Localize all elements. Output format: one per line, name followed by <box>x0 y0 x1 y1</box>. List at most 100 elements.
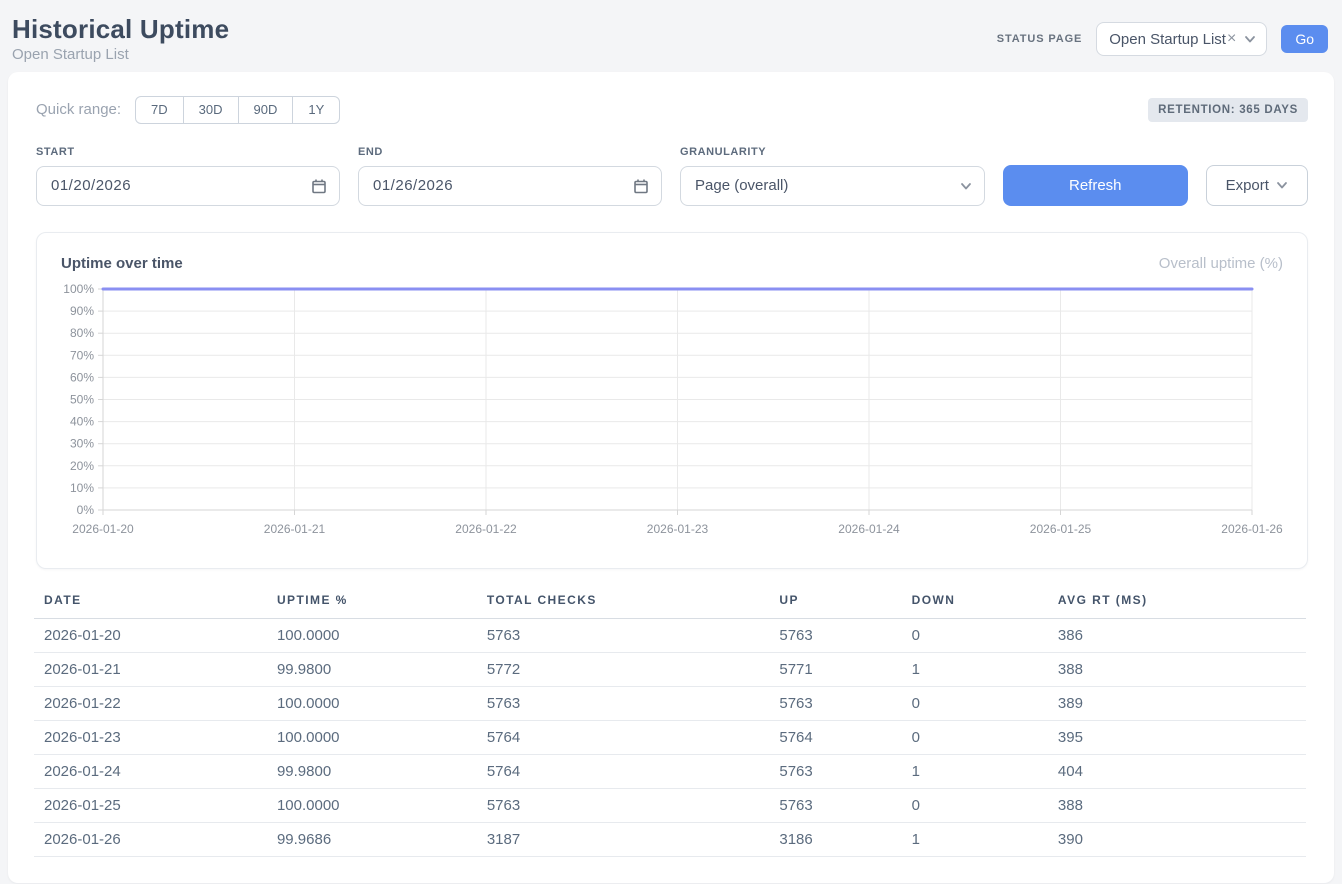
quick-range-label: Quick range: <box>36 101 121 118</box>
retention-badge: RETENTION: 365 DAYS <box>1148 98 1308 122</box>
svg-text:40%: 40% <box>70 414 94 428</box>
table-cell: 5763 <box>779 788 911 822</box>
quick-range-7d-button[interactable]: 7D <box>135 96 184 124</box>
end-date-field-group: END 01/26/2026 <box>358 146 662 206</box>
table-cell: 5763 <box>779 686 911 720</box>
table-cell: 99.9800 <box>277 652 487 686</box>
svg-text:10%: 10% <box>70 480 94 494</box>
table-cell: 0 <box>912 686 1058 720</box>
table-cell: 5771 <box>779 652 911 686</box>
end-date-input[interactable]: 01/26/2026 <box>358 166 662 206</box>
filter-form-row: START 01/20/2026 END 01/26/2026 <box>36 146 1308 206</box>
granularity-selected-value: Page (overall) <box>695 177 788 194</box>
table-cell: 3186 <box>779 822 911 856</box>
table-cell: 100.0000 <box>277 788 487 822</box>
svg-text:2026-01-22: 2026-01-22 <box>455 522 517 536</box>
table-cell: 390 <box>1058 822 1306 856</box>
svg-text:100%: 100% <box>63 282 94 296</box>
table-cell: 1 <box>912 822 1058 856</box>
main-panel: Quick range: 7D30D90D1Y RETENTION: 365 D… <box>8 72 1334 883</box>
uptime-line-chart: 0%10%20%30%40%50%60%70%80%90%100%2026-01… <box>37 280 1307 547</box>
chevron-down-icon <box>1276 179 1288 191</box>
table-row: 2026-01-2199.9800577257711388 <box>34 652 1306 686</box>
table-cell: 5764 <box>779 720 911 754</box>
chart-legend-label: Overall uptime (%) <box>1159 255 1283 272</box>
quick-range-90d-button[interactable]: 90D <box>238 96 294 124</box>
table-cell: 5763 <box>487 686 780 720</box>
table-cell: 100.0000 <box>277 720 487 754</box>
svg-text:20%: 20% <box>70 458 94 472</box>
clear-selection-icon[interactable]: × <box>1227 31 1236 47</box>
table-cell: 0 <box>912 618 1058 652</box>
svg-text:2026-01-25: 2026-01-25 <box>1030 522 1092 536</box>
granularity-select[interactable]: Page (overall) <box>680 166 985 206</box>
uptime-table: DATEUPTIME %TOTAL CHECKSUPDOWNAVG RT (MS… <box>34 593 1306 857</box>
table-cell: 2026-01-21 <box>34 652 277 686</box>
calendar-icon[interactable] <box>311 178 327 194</box>
quick-range-group: 7D30D90D1Y <box>135 96 340 124</box>
svg-text:2026-01-23: 2026-01-23 <box>647 522 709 536</box>
status-page-select[interactable]: Open Startup List × <box>1096 22 1267 56</box>
table-cell: 5763 <box>779 754 911 788</box>
calendar-icon[interactable] <box>633 178 649 194</box>
table-cell: 2026-01-22 <box>34 686 277 720</box>
svg-text:2026-01-20: 2026-01-20 <box>72 522 134 536</box>
table-cell: 2026-01-25 <box>34 788 277 822</box>
chart-title: Uptime over time <box>61 255 183 272</box>
table-cell: 5763 <box>487 618 780 652</box>
quick-range-30d-button[interactable]: 30D <box>183 96 239 124</box>
svg-text:30%: 30% <box>70 436 94 450</box>
header-controls: STATUS PAGE Open Startup List × Go <box>997 22 1328 56</box>
quick-range-1y-button[interactable]: 1Y <box>292 96 340 124</box>
table-header-cell: AVG RT (MS) <box>1058 593 1306 619</box>
go-button[interactable]: Go <box>1281 25 1328 53</box>
table-cell: 5764 <box>487 754 780 788</box>
export-button[interactable]: Export <box>1206 165 1308 206</box>
table-cell: 2026-01-26 <box>34 822 277 856</box>
table-row: 2026-01-2499.9800576457631404 <box>34 754 1306 788</box>
table-cell: 5763 <box>779 618 911 652</box>
table-cell: 388 <box>1058 652 1306 686</box>
status-page-selected-value: Open Startup List <box>1109 31 1226 48</box>
table-cell: 386 <box>1058 618 1306 652</box>
svg-text:90%: 90% <box>70 304 94 318</box>
table-header-cell: TOTAL CHECKS <box>487 593 780 619</box>
table-row: 2026-01-20100.0000576357630386 <box>34 618 1306 652</box>
granularity-field-group: GRANULARITY Page (overall) <box>680 146 985 206</box>
table-header-cell: DATE <box>34 593 277 619</box>
end-date-value: 01/26/2026 <box>373 177 453 194</box>
start-date-input[interactable]: 01/20/2026 <box>36 166 340 206</box>
status-page-label: STATUS PAGE <box>997 33 1082 45</box>
table-cell: 5772 <box>487 652 780 686</box>
svg-text:60%: 60% <box>70 370 94 384</box>
table-header-cell: UPTIME % <box>277 593 487 619</box>
table-cell: 0 <box>912 788 1058 822</box>
table-cell: 100.0000 <box>277 618 487 652</box>
table-cell: 99.9800 <box>277 754 487 788</box>
table-cell: 5764 <box>487 720 780 754</box>
page-subtitle: Open Startup List <box>12 46 229 63</box>
chevron-down-icon <box>1244 33 1256 45</box>
table-cell: 395 <box>1058 720 1306 754</box>
table-header-cell: UP <box>779 593 911 619</box>
table-cell: 1 <box>912 652 1058 686</box>
table-cell: 2026-01-20 <box>34 618 277 652</box>
table-cell: 2026-01-24 <box>34 754 277 788</box>
svg-text:70%: 70% <box>70 348 94 362</box>
table-header-row: DATEUPTIME %TOTAL CHECKSUPDOWNAVG RT (MS… <box>34 593 1306 619</box>
quick-range-row: Quick range: 7D30D90D1Y RETENTION: 365 D… <box>36 96 1308 124</box>
table-header-cell: DOWN <box>912 593 1058 619</box>
page-title: Historical Uptime <box>12 15 229 45</box>
table-cell: 100.0000 <box>277 686 487 720</box>
table-cell: 1 <box>912 754 1058 788</box>
start-label: START <box>36 146 340 158</box>
svg-text:50%: 50% <box>70 392 94 406</box>
granularity-label: GRANULARITY <box>680 146 985 158</box>
refresh-button[interactable]: Refresh <box>1003 165 1188 206</box>
table-body: 2026-01-20100.00005763576303862026-01-21… <box>34 618 1306 856</box>
table-row: 2026-01-25100.0000576357630388 <box>34 788 1306 822</box>
page-header: Historical Uptime Open Startup List STAT… <box>0 0 1342 72</box>
svg-text:2026-01-24: 2026-01-24 <box>838 522 900 536</box>
uptime-chart-card: Uptime over time Overall uptime (%) 0%10… <box>36 232 1308 569</box>
export-button-label: Export <box>1226 177 1269 194</box>
